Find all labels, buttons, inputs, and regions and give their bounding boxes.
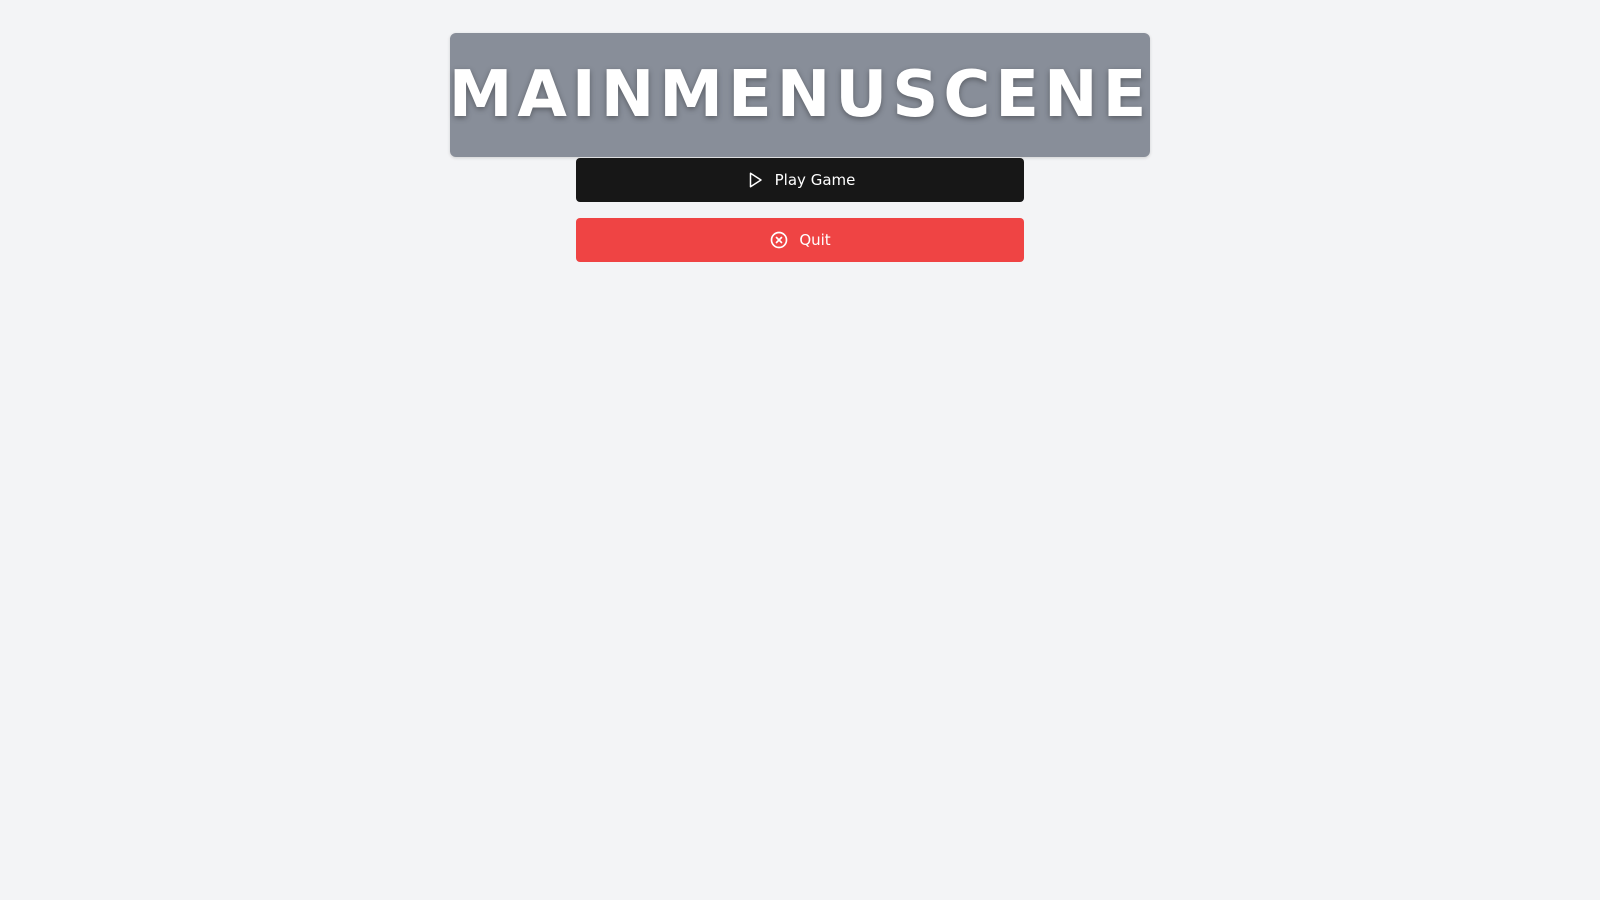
close-circle-icon xyxy=(769,230,789,250)
main-menu-scene: MAINMENUSCENE Play Game Quit xyxy=(0,0,1600,900)
play-game-label: Play Game xyxy=(774,171,856,189)
quit-label: Quit xyxy=(799,231,831,249)
title-banner: MAINMENUSCENE xyxy=(448,33,1152,157)
quit-button[interactable]: Quit xyxy=(576,218,1024,262)
play-icon xyxy=(745,170,765,190)
scene-title: MAINMENUSCENE xyxy=(448,58,1152,132)
play-game-button[interactable]: Play Game xyxy=(576,158,1024,202)
